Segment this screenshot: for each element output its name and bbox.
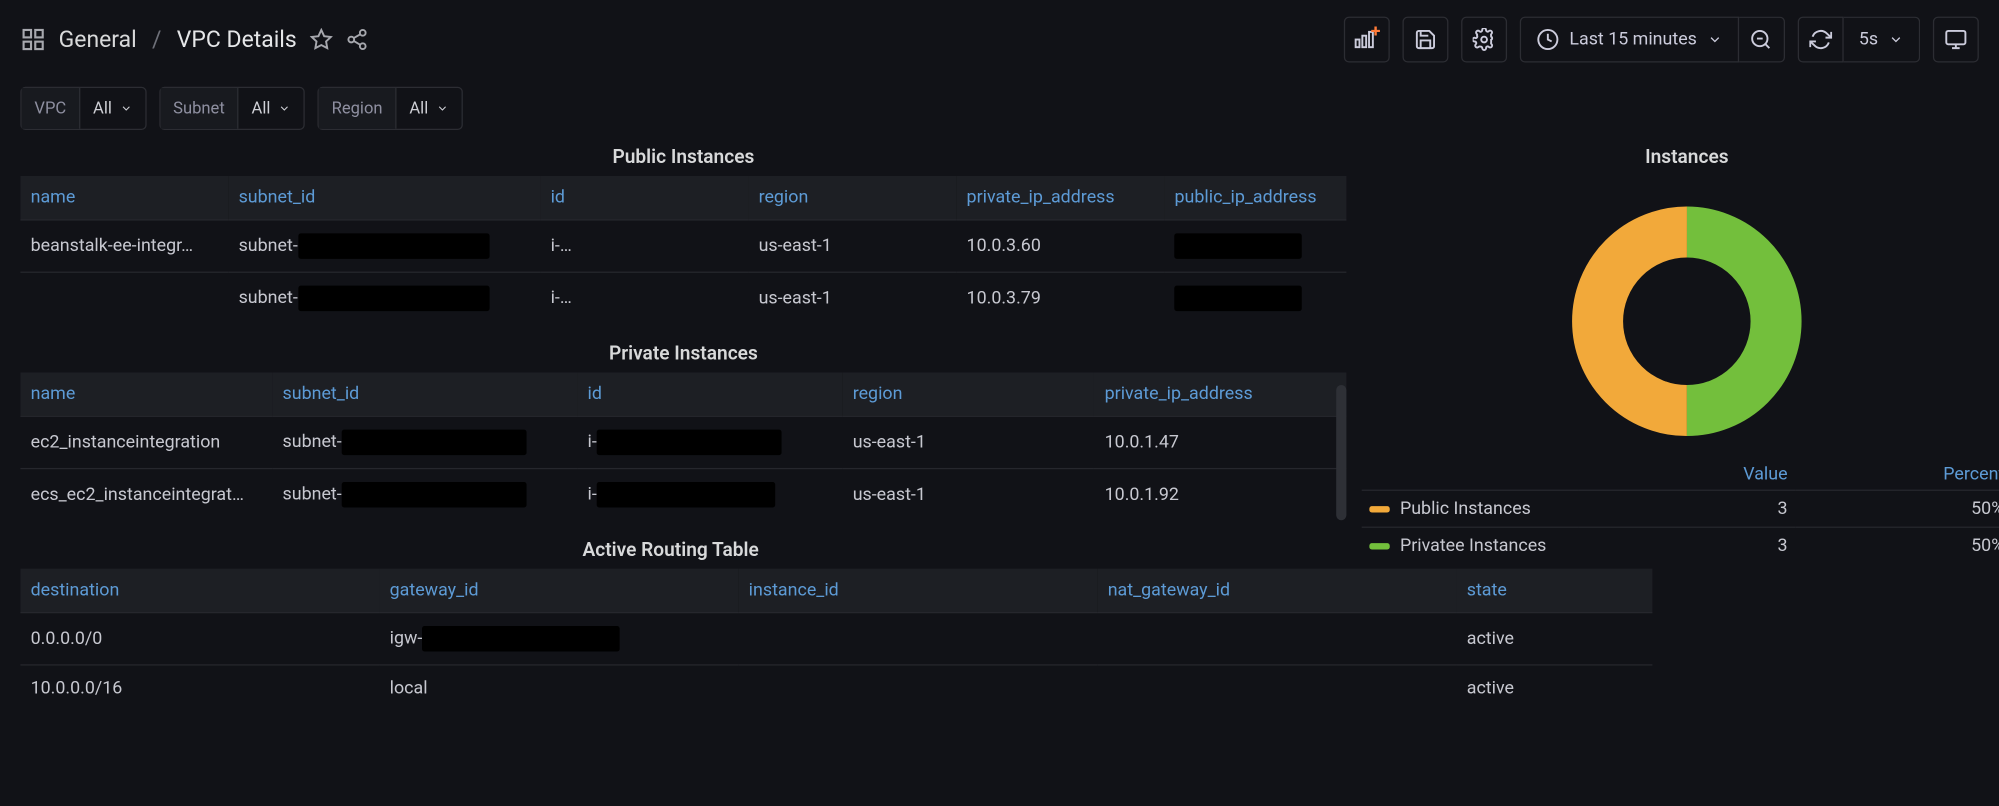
redacted-value	[560, 286, 739, 312]
panel-title[interactable]: Active Routing Table	[20, 538, 1321, 561]
panel-instances-chart: Instances Value Percent Public Instances…	[1362, 145, 1999, 711]
time-range-label: Last 15 minutes	[1569, 29, 1697, 49]
share-icon[interactable]	[345, 28, 368, 51]
col-subnet-id[interactable]: subnet_id	[272, 372, 577, 416]
chevron-down-icon	[1707, 32, 1722, 47]
col-name[interactable]: name	[20, 372, 272, 416]
panel-title[interactable]: Public Instances	[20, 145, 1346, 168]
col-subnet-id[interactable]: subnet_id	[228, 176, 540, 220]
redacted-value	[597, 482, 776, 508]
public-instances-table: name subnet_id id region private_ip_addr…	[20, 176, 1346, 324]
col-name[interactable]: name	[20, 176, 228, 220]
col-private-ip[interactable]: private_ip_address	[956, 176, 1164, 220]
col-region[interactable]: region	[842, 372, 1094, 416]
star-icon[interactable]	[309, 28, 332, 51]
swatch-icon	[1369, 543, 1389, 549]
settings-button[interactable]	[1461, 17, 1507, 63]
chevron-down-icon	[1888, 32, 1903, 47]
col-id[interactable]: id	[577, 372, 842, 416]
col-region[interactable]: region	[748, 176, 956, 220]
chart-legend: Value Percent Public Instances 3 50% Pri…	[1362, 459, 1999, 564]
col-gateway-id[interactable]: gateway_id	[379, 569, 738, 613]
redacted-value	[560, 233, 739, 258]
zoom-out-button[interactable]	[1739, 17, 1785, 63]
apps-icon[interactable]	[20, 27, 45, 52]
refresh-interval-picker[interactable]: 5s	[1844, 17, 1921, 63]
donut-chart[interactable]	[1559, 176, 1814, 459]
col-public-ip[interactable]: public_ip_address	[1164, 176, 1346, 220]
redacted-value	[342, 482, 527, 508]
swatch-icon	[1369, 506, 1389, 512]
private-instances-table: name subnet_id id region private_ip_addr…	[20, 372, 1346, 520]
page-header: General / VPC Details +	[0, 0, 1999, 79]
breadcrumb-folder[interactable]: General	[59, 26, 137, 53]
variable-bar: VPC All Subnet All Region All	[0, 79, 1999, 145]
panel-public-instances: Public Instances name subnet_id id regio…	[20, 145, 1346, 324]
chevron-down-icon	[278, 102, 291, 115]
chevron-down-icon	[120, 102, 133, 115]
table-row[interactable]: subnet- i- us-east-1 10.0.3.79	[20, 272, 1346, 324]
redacted-value	[298, 286, 489, 312]
col-private-ip[interactable]: private_ip_address	[1094, 372, 1346, 416]
refresh-interval-label: 5s	[1859, 29, 1878, 49]
col-destination[interactable]: destination	[20, 569, 379, 613]
variable-subnet[interactable]: Subnet All	[159, 87, 305, 130]
redacted-value	[597, 430, 782, 456]
redacted-value	[1175, 286, 1303, 312]
table-row[interactable]: ecs_ec2_instanceintegrat… subnet- i- us-…	[20, 469, 1346, 521]
table-row[interactable]: ec2_instanceintegration subnet- i- us-ea…	[20, 416, 1346, 468]
panel-title[interactable]: Private Instances	[20, 342, 1346, 365]
chevron-down-icon	[436, 102, 449, 115]
breadcrumb: General / VPC Details	[59, 26, 297, 53]
add-panel-button[interactable]: +	[1344, 17, 1390, 63]
variable-vpc[interactable]: VPC All	[20, 87, 146, 130]
time-range-picker[interactable]: Last 15 minutes	[1520, 17, 1739, 63]
redacted-value	[422, 626, 620, 652]
breadcrumb-separator: /	[152, 26, 161, 53]
col-id[interactable]: id	[540, 176, 748, 220]
col-value[interactable]: Value	[1578, 459, 1795, 490]
table-row[interactable]: beanstalk-ee-integr… subnet- i- us-east-…	[20, 220, 1346, 272]
redacted-value	[298, 233, 489, 258]
redacted-value	[1175, 233, 1303, 258]
scrollbar[interactable]	[1336, 385, 1346, 520]
legend-row[interactable]: Public Instances 3 50%	[1362, 490, 1999, 527]
monitor-button[interactable]	[1933, 17, 1979, 63]
redacted-value	[342, 430, 527, 456]
refresh-button[interactable]	[1798, 17, 1844, 63]
col-percent[interactable]: Percent	[1795, 459, 1999, 490]
page-title[interactable]: VPC Details	[177, 26, 297, 53]
col-instance-id[interactable]: instance_id	[738, 569, 1097, 613]
legend-row[interactable]: Privatee Instances 3 50%	[1362, 527, 1999, 563]
save-button[interactable]	[1402, 17, 1448, 63]
panel-title[interactable]: Instances	[1645, 145, 1729, 168]
variable-region[interactable]: Region All	[318, 87, 463, 130]
panel-private-instances: Private Instances name subnet_id id regi…	[20, 342, 1346, 521]
